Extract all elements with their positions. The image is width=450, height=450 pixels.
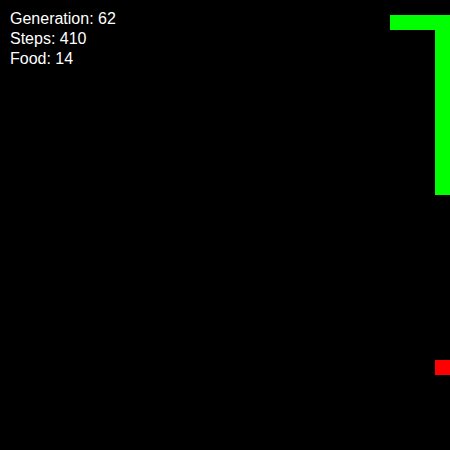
food xyxy=(435,360,450,375)
game-board: Generation: 62Steps: 410Food: 14 xyxy=(0,0,450,450)
snake-segment xyxy=(420,15,435,30)
snake-segment xyxy=(435,30,450,45)
snake-segment xyxy=(435,60,450,75)
snake-segment xyxy=(435,135,450,150)
steps-label: Steps: 410 xyxy=(10,29,116,49)
snake-segment xyxy=(435,165,450,180)
snake-segment xyxy=(435,90,450,105)
food-label: Food: 14 xyxy=(10,49,116,69)
snake-segment xyxy=(435,180,450,195)
snake-segment xyxy=(435,120,450,135)
snake-segment xyxy=(405,15,420,30)
snake-segment xyxy=(435,75,450,90)
snake-segment xyxy=(435,45,450,60)
generation-label: Generation: 62 xyxy=(10,9,116,29)
snake-segment xyxy=(435,150,450,165)
snake-segment xyxy=(435,15,450,30)
snake-segment xyxy=(435,105,450,120)
stats-panel: Generation: 62Steps: 410Food: 14 xyxy=(10,9,116,69)
snake-segment xyxy=(390,15,405,30)
